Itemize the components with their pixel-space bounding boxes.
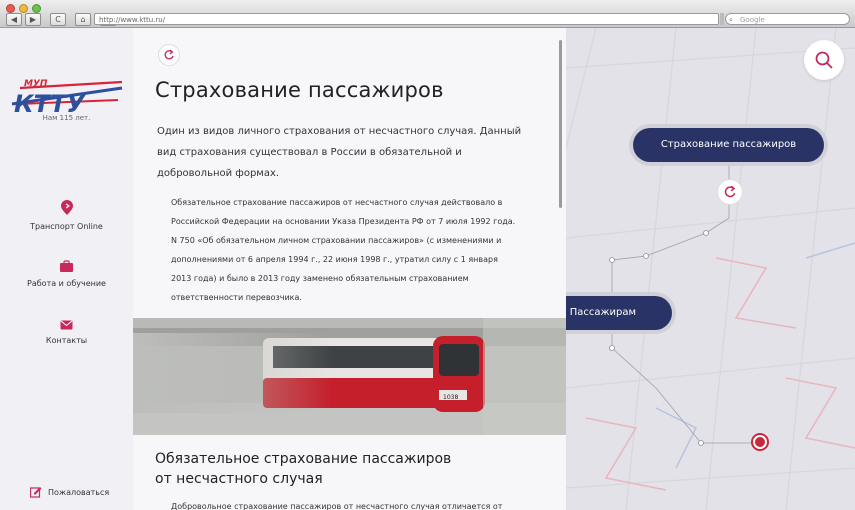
navigation-map: Страхование пассажиров Пассажирам (566, 28, 855, 510)
browser-toolbar: ◀ ▶ C ⌂ + http://www.kttu.ru/ ⌕ Google (0, 0, 855, 28)
envelope-icon (60, 320, 73, 330)
maximize-window-button[interactable] (32, 4, 41, 13)
return-arrow-icon (724, 185, 736, 198)
sidebar-item-label: Работа и обучение (27, 279, 106, 288)
sidebar-item-transport[interactable]: Транспорт Online (0, 200, 133, 231)
page-title: Страхование пассажиров (155, 78, 444, 102)
forward-button[interactable]: ▶ (25, 13, 41, 26)
reload-button[interactable]: C (50, 13, 66, 26)
section-heading: Обязательное страхование пассажиров от н… (155, 449, 475, 489)
complain-label: Пожаловаться (48, 487, 110, 497)
briefcase-icon (60, 260, 73, 272)
complain-link[interactable]: Пожаловаться (30, 486, 109, 498)
sidebar-item-label: Контакты (45, 336, 88, 345)
window-controls (6, 4, 41, 13)
logo-top-text: МУП (24, 79, 48, 89)
map-pin-icon (60, 200, 73, 215)
section-heading-line1: Обязательное страхование пассажиров (155, 451, 452, 467)
edit-icon (30, 487, 42, 498)
back-to-parent-button[interactable] (158, 44, 180, 66)
back-button[interactable]: ◀ (6, 13, 22, 26)
toolbar-splitter[interactable] (720, 13, 724, 25)
browser-search-field[interactable]: ⌕ Google (725, 13, 850, 25)
tram-photo: 1038 (133, 318, 566, 435)
tram-number: 1038 (443, 394, 458, 401)
article: Страхование пассажиров Один из видов лич… (133, 28, 566, 510)
map-back-node[interactable] (717, 179, 743, 205)
sidebar-item-contacts[interactable]: Контакты (0, 320, 133, 345)
home-button[interactable]: ⌂ (75, 13, 91, 26)
section-body: Добровольное страхование пассажиров от н… (171, 502, 503, 510)
site-logo[interactable]: МУП КТТУ (10, 74, 125, 118)
kttu-logo-icon: МУП КТТУ (11, 79, 123, 118)
section-heading-line2: от несчастного случая (155, 471, 323, 487)
content-scrollbar[interactable] (559, 40, 562, 208)
tram-image: 1038 (133, 318, 566, 435)
sidebar-item-work[interactable]: Работа и обучение (0, 260, 133, 288)
article-lead: Один из видов личного страхования от нес… (157, 126, 522, 179)
map-location-marker[interactable] (751, 433, 769, 451)
map-search-button[interactable] (804, 40, 844, 80)
map-node-parent[interactable]: Пассажирам (566, 296, 672, 330)
search-icon (815, 51, 833, 69)
browser-search-placeholder: Google (740, 16, 765, 24)
close-window-button[interactable] (6, 4, 15, 13)
map-node-current[interactable]: Страхование пассажиров (633, 128, 824, 162)
search-icon: ⌕ (729, 16, 733, 24)
address-bar[interactable]: http://www.kttu.ru/ (94, 13, 719, 25)
article-body: Обязательное страхование пассажиров от н… (171, 198, 516, 302)
sidebar: МУП КТТУ Нам 115 лет. Транспорт Online Р… (0, 28, 133, 510)
minimize-window-button[interactable] (19, 4, 28, 13)
sidebar-item-label: Транспорт Online (30, 222, 103, 231)
map-background-lines (566, 28, 855, 510)
return-arrow-icon (164, 49, 174, 60)
years-caption: Нам 115 лет. (42, 114, 91, 122)
